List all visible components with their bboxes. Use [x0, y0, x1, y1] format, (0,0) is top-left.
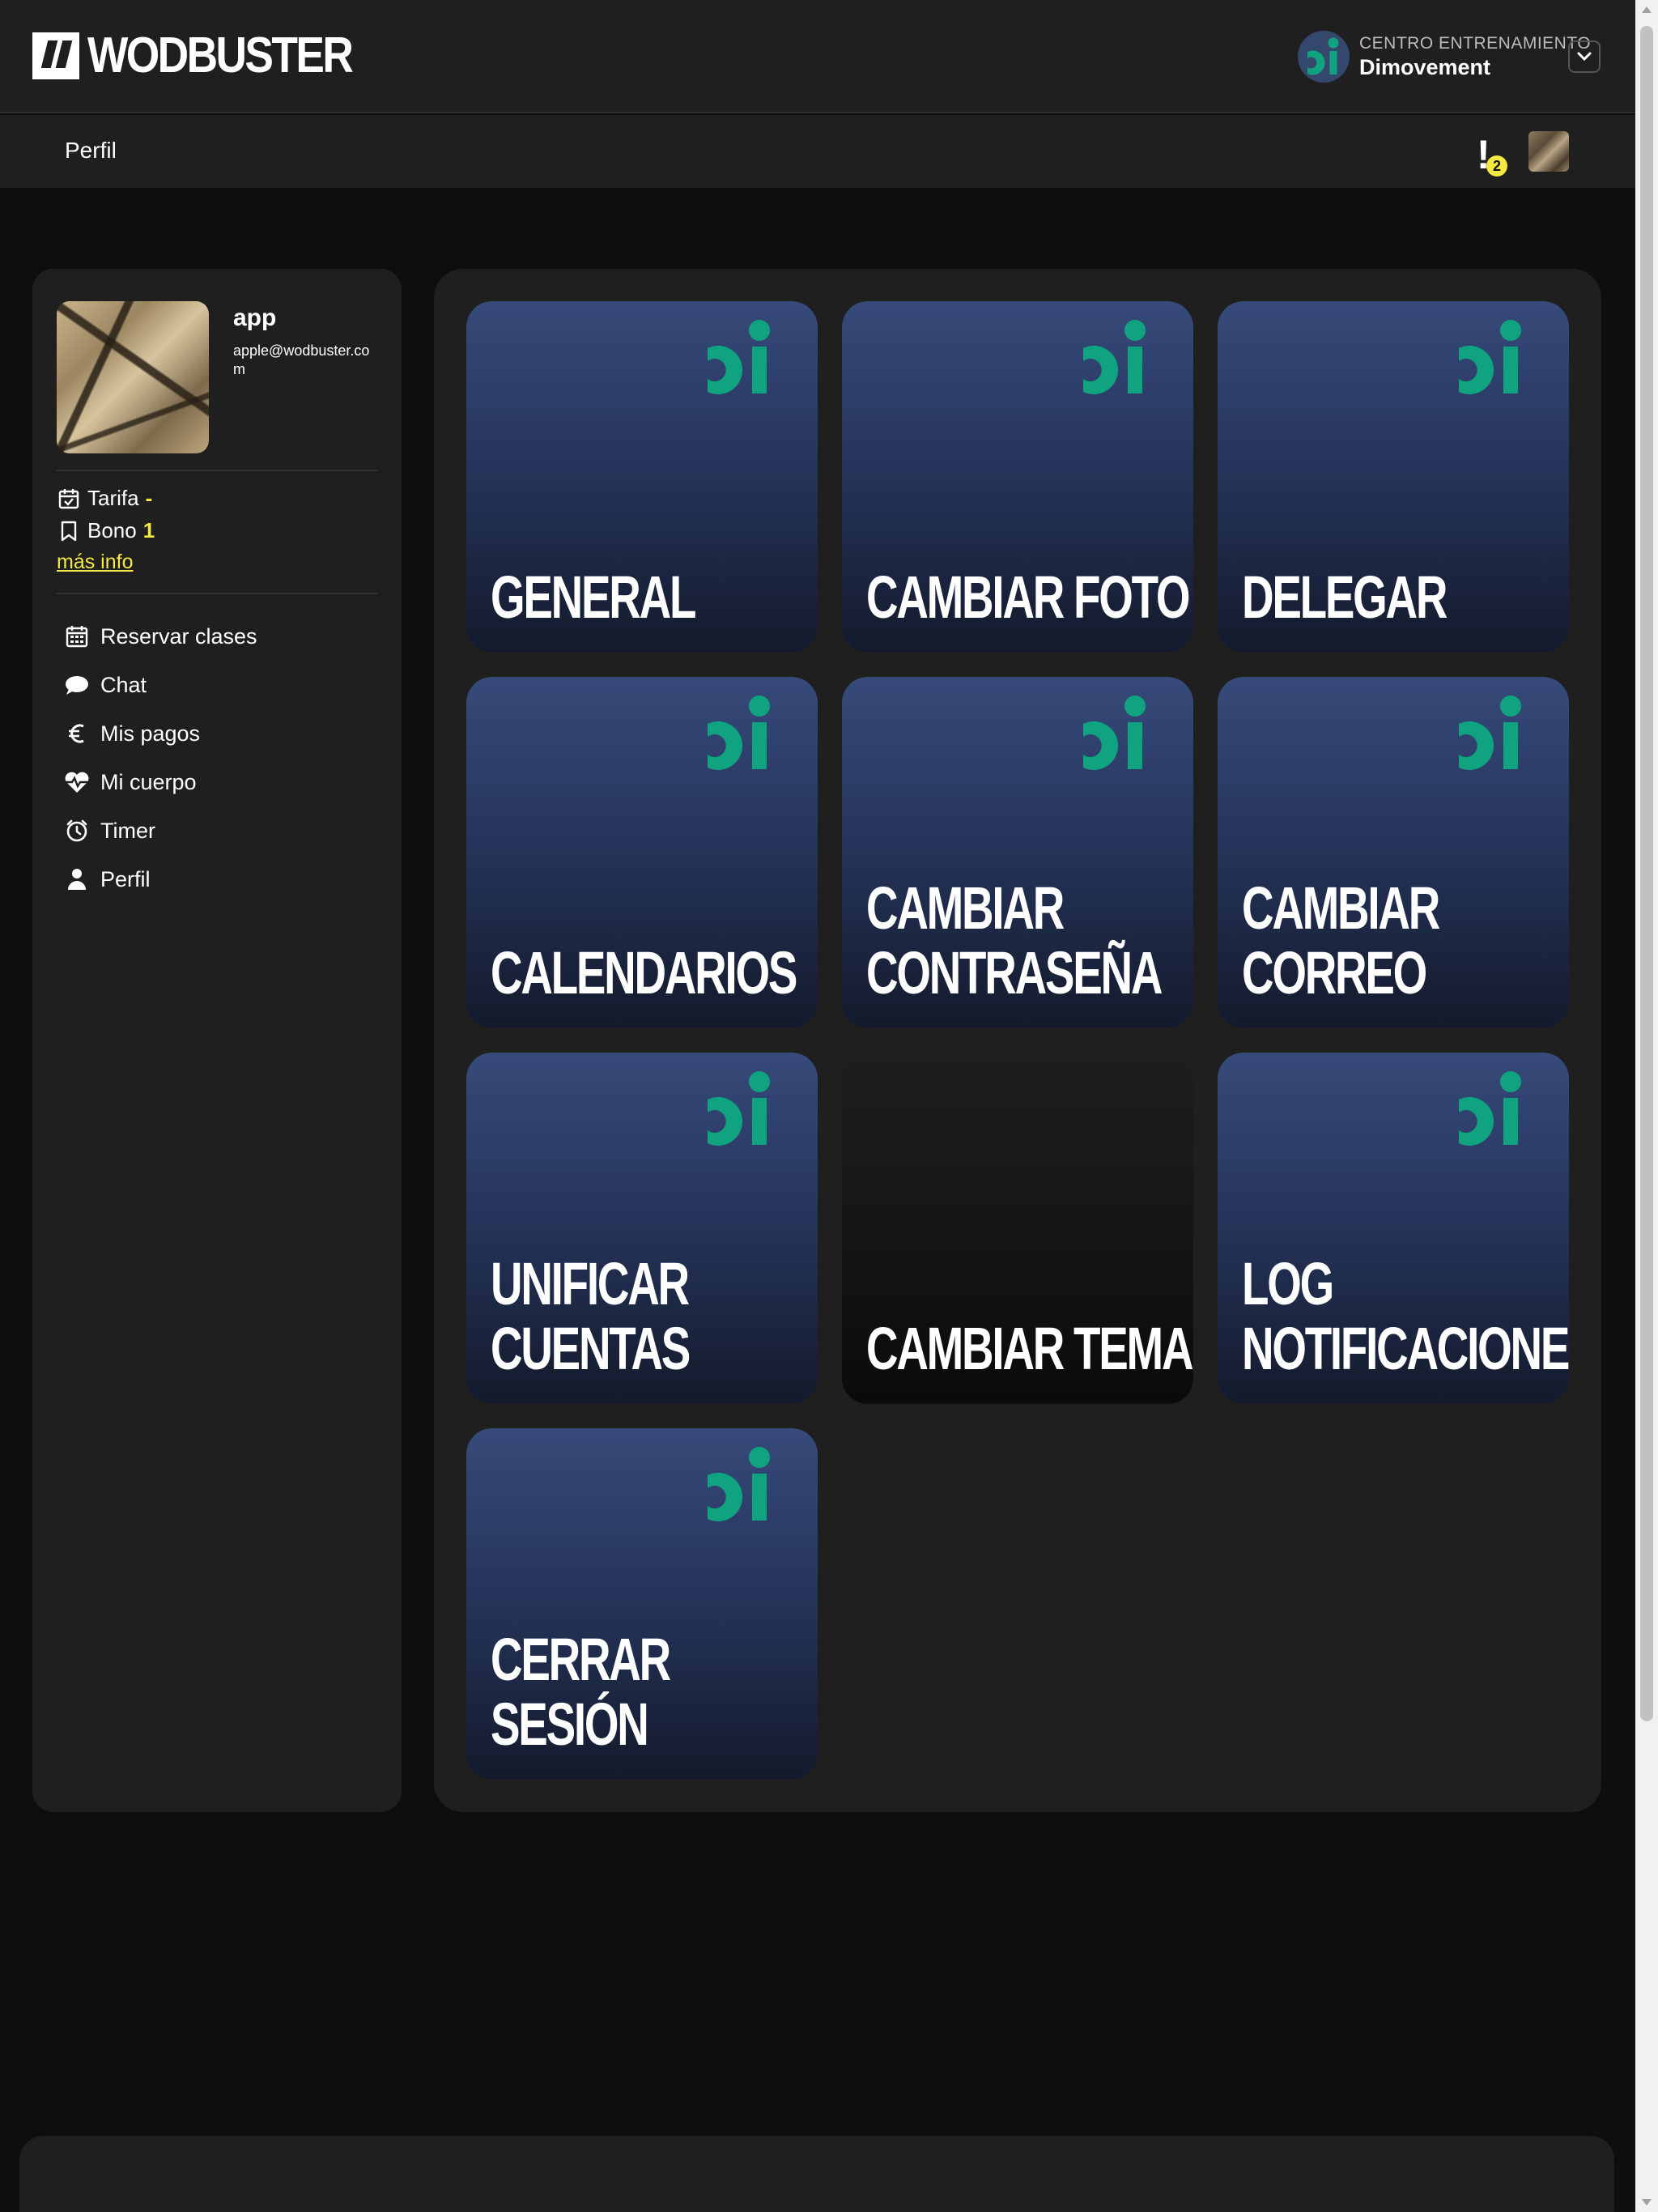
tile-unificar-cuentas[interactable]: UNIFICAR CUENTAS — [466, 1053, 818, 1404]
dimovement-logo-icon — [1459, 1071, 1521, 1146]
dimovement-logo-icon — [708, 696, 770, 770]
sidebar-item-timer[interactable]: Timer — [63, 806, 257, 855]
profile-photo — [57, 301, 209, 453]
tile-label: LOG NOTIFICACIONES — [1242, 1250, 1569, 1382]
sidebar-item-label: Reservar clases — [100, 623, 257, 649]
tile-cerrar-sesion[interactable]: CERRAR SESIÓN — [466, 1428, 818, 1780]
dimovement-logo-icon — [1459, 696, 1521, 770]
bookmark-icon — [57, 519, 81, 543]
center-name: Dimovement — [1359, 54, 1491, 79]
sidebar-item-mi-cuerpo[interactable]: Mi cuerpo — [63, 758, 257, 806]
dimovement-logo-icon — [708, 1071, 770, 1146]
tile-label: DELEGAR — [1242, 564, 1448, 631]
tarifa-value: - — [145, 486, 153, 510]
chat-icon — [63, 671, 91, 699]
divider — [57, 593, 377, 594]
tile-label: UNIFICAR CUENTAS — [491, 1250, 691, 1382]
user-icon — [63, 866, 91, 893]
center-logo-icon — [1298, 31, 1350, 83]
top-header: WODBUSTER CENTRO ENTRENAMIENTO Dimovemen… — [0, 0, 1635, 113]
scroll-down-arrow-icon[interactable] — [1642, 2199, 1652, 2206]
user-avatar-button[interactable] — [1528, 131, 1569, 172]
notifications-button[interactable]: ! 2 — [1472, 133, 1512, 181]
wodbuster-logo[interactable]: WODBUSTER — [32, 31, 394, 81]
bono-value: 1 — [142, 518, 155, 542]
euro-icon — [63, 720, 91, 747]
sidebar-menu: Reservar clases Chat Mis pagos Mi cuerpo… — [63, 612, 257, 904]
sidebar-item-label: Timer — [100, 818, 155, 843]
chevron-down-icon — [1577, 52, 1592, 62]
sub-navigation-bar: Perfil — [0, 115, 1635, 188]
scrollbar-thumb[interactable] — [1640, 26, 1653, 1721]
more-info-link[interactable]: más info — [57, 551, 133, 574]
tile-cambiar-correo[interactable]: CAMBIAR CORREO — [1218, 677, 1569, 1028]
sidebar-item-mis-pagos[interactable]: Mis pagos — [63, 709, 257, 758]
tarifa-label: Tarifa — [87, 486, 139, 510]
tile-label: CAMBIAR CONTRASEÑA — [866, 874, 1163, 1006]
tile-label: GENERAL — [491, 564, 696, 631]
sidebar-item-label: Mis pagos — [100, 721, 201, 746]
wodbuster-logo-icon — [32, 32, 79, 79]
tile-cambiar-foto[interactable]: CAMBIAR FOTO — [842, 301, 1193, 653]
dimovement-logo-icon — [1083, 320, 1146, 394]
tile-label: CERRAR SESIÓN — [491, 1626, 671, 1758]
sidebar-item-label: Mi cuerpo — [100, 769, 197, 794]
logo-text: WODBUSTER — [87, 28, 354, 83]
tarifa-row: Tarifa - — [57, 486, 152, 511]
notification-count-badge: 2 — [1486, 155, 1507, 177]
tile-cambiar-tema[interactable]: CAMBIAR TEMA — [842, 1053, 1193, 1404]
vertical-scrollbar[interactable] — [1635, 0, 1658, 2212]
bono-row: Bono 1 — [57, 518, 155, 543]
timer-icon — [63, 817, 91, 844]
dimovement-logo-icon — [708, 320, 770, 394]
profile-email: apple@wodbuster.com — [233, 342, 370, 377]
tile-label: CAMBIAR TEMA — [866, 1315, 1193, 1382]
sidebar-item-label: Perfil — [100, 866, 151, 891]
center-dropdown-button[interactable] — [1568, 40, 1601, 73]
tile-general[interactable]: GENERAL — [466, 301, 818, 653]
tile-delegar[interactable]: DELEGAR — [1218, 301, 1569, 653]
bono-label: Bono — [87, 518, 137, 542]
dimovement-logo-icon — [708, 1447, 770, 1521]
tile-log-notificaciones[interactable]: LOG NOTIFICACIONES — [1218, 1053, 1569, 1404]
sidebar-item-perfil[interactable]: Perfil — [63, 855, 257, 904]
tile-label: CAMBIAR CORREO — [1242, 874, 1440, 1006]
sidebar-item-reservar-clases[interactable]: Reservar clases — [63, 612, 257, 661]
dimovement-logo-icon — [1083, 696, 1146, 770]
heart-pulse-icon — [63, 768, 91, 796]
calendar-icon — [63, 623, 91, 650]
dimovement-logo-icon — [1459, 320, 1521, 394]
profile-options-panel: GENERAL CAMBIAR FOTO DELEGAR CALENDARIOS… — [434, 269, 1601, 1812]
profile-sidebar: app apple@wodbuster.com Tarifa - Bono 1 … — [32, 269, 402, 1812]
tile-label: CAMBIAR FOTO — [866, 564, 1190, 631]
tile-cambiar-contrasena[interactable]: CAMBIAR CONTRASEÑA — [842, 677, 1193, 1028]
sidebar-item-chat[interactable]: Chat — [63, 661, 257, 709]
tile-label: CALENDARIOS — [491, 939, 797, 1006]
tile-calendarios[interactable]: CALENDARIOS — [466, 677, 818, 1028]
profile-name: app — [233, 304, 277, 331]
scroll-up-arrow-icon[interactable] — [1642, 6, 1652, 13]
calendar-check-icon — [57, 487, 81, 511]
page-title: Perfil — [65, 138, 117, 163]
sidebar-item-label: Chat — [100, 672, 147, 697]
center-label: CENTRO ENTRENAMIENTO — [1359, 33, 1592, 53]
divider — [57, 470, 377, 471]
center-selector[interactable]: CENTRO ENTRENAMIENTO Dimovement — [1298, 31, 1591, 83]
footer-panel — [19, 2136, 1614, 2212]
